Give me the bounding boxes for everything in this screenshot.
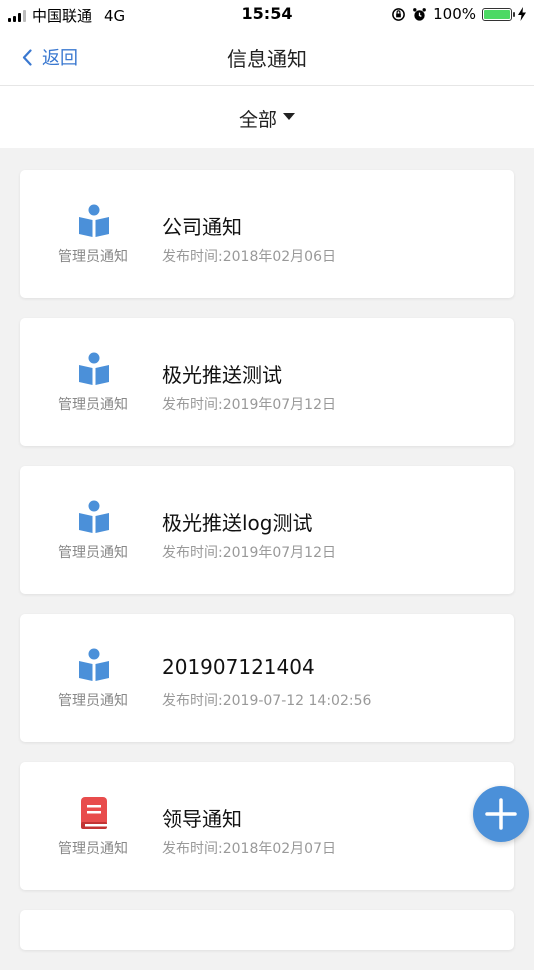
status-bar: 中国联通 4G 15:54 100% — [0, 0, 534, 28]
notice-source: 管理员通知 — [58, 841, 128, 857]
notice-title: 极光推送测试 — [162, 363, 282, 387]
notice-list: 管理员通知 公司通知 发布时间:2018年02月06日 管理员通知 极光推送测试… — [20, 170, 514, 970]
notice-card[interactable]: 管理员通知 公司通知 发布时间:2018年02月06日 — [20, 170, 514, 298]
notice-card[interactable]: 管理员通知 领导通知 发布时间:2018年02月07日 — [20, 762, 514, 890]
alarm-icon — [413, 7, 426, 21]
notice-source: 管理员通知 — [58, 249, 128, 265]
add-button[interactable] — [473, 786, 529, 842]
reader-icon — [79, 648, 109, 681]
notice-card[interactable]: 管理员通知 201907121404 发布时间:2019-07-12 14:02… — [20, 614, 514, 742]
nav-bar: 返回 信息通知 — [0, 28, 534, 86]
filter-label: 全部 — [238, 109, 277, 131]
filter-bar: 全部 — [0, 86, 534, 148]
filter-dropdown[interactable]: 全部 — [0, 105, 534, 132]
notice-source: 管理员通知 — [58, 397, 128, 413]
notice-date: 发布时间:2019-07-12 14:02:56 — [162, 693, 372, 709]
notice-title: 领导通知 — [162, 807, 242, 831]
battery-icon — [482, 7, 515, 21]
notice-title: 201907121404 — [162, 655, 315, 679]
page-title: 信息通知 — [227, 47, 307, 71]
charging-icon — [518, 7, 526, 21]
notice-card-partial[interactable] — [20, 910, 514, 950]
notice-title: 极光推送log测试 — [162, 511, 313, 535]
notice-source: 管理员通知 — [58, 545, 128, 561]
plus-icon — [485, 798, 517, 830]
caret-down-icon — [283, 113, 295, 120]
notice-date: 发布时间:2018年02月06日 — [162, 249, 336, 265]
notice-date: 发布时间:2018年02月07日 — [162, 841, 336, 857]
notice-title: 公司通知 — [162, 215, 242, 239]
status-right: 100% — [391, 5, 526, 23]
notice-source: 管理员通知 — [58, 693, 128, 709]
notice-card[interactable]: 管理员通知 极光推送测试 发布时间:2019年07月12日 — [20, 318, 514, 446]
notice-card[interactable]: 管理员通知 极光推送log测试 发布时间:2019年07月12日 — [20, 466, 514, 594]
book-icon — [81, 797, 107, 829]
battery-percent: 100% — [433, 5, 476, 23]
notice-date: 发布时间:2019年07月12日 — [162, 545, 336, 561]
reader-icon — [79, 352, 109, 385]
notice-date: 发布时间:2019年07月12日 — [162, 397, 336, 413]
orientation-lock-icon — [392, 7, 405, 21]
reader-icon — [79, 500, 109, 533]
reader-icon — [79, 204, 109, 237]
